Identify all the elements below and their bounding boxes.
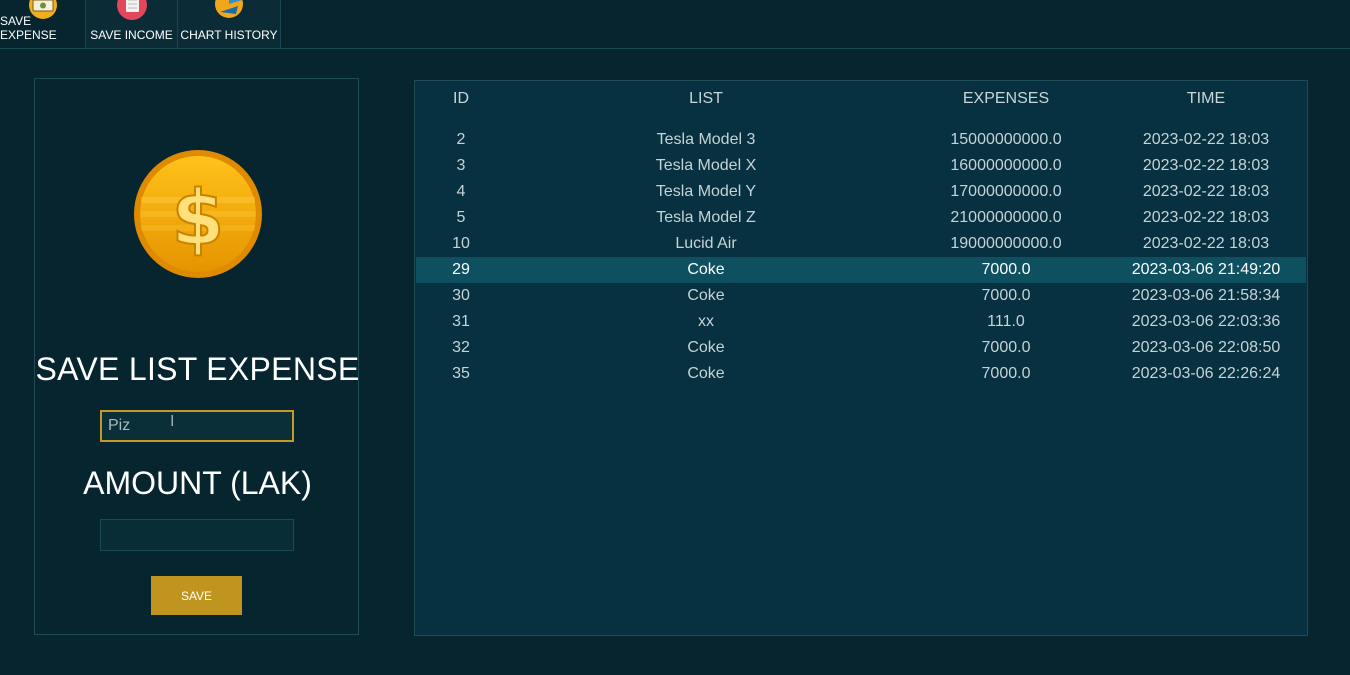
tab-save-income-label: SAVE INCOME: [90, 28, 173, 42]
tab-chart-history-label: CHART HISTORY: [180, 28, 278, 42]
pie-chart-icon: [215, 0, 243, 18]
cell-list: Lucid Air: [675, 235, 737, 252]
form-title: SAVE LIST EXPENSE: [35, 351, 360, 387]
table-header: ID LIST EXPENSES TIME: [416, 86, 1306, 112]
cell-list: xx: [698, 313, 714, 330]
save-button[interactable]: SAVE: [151, 576, 242, 615]
cell-expenses: 21000000000.0: [950, 209, 1062, 226]
tab-save-expense[interactable]: SAVE EXPENSE: [0, 0, 86, 48]
cell-id: 30: [452, 287, 470, 304]
cell-list: Coke: [687, 287, 725, 304]
column-header-list[interactable]: LIST: [506, 86, 906, 112]
cell-time: 2023-02-22 18:03: [1142, 131, 1270, 148]
cell-id: 4: [456, 183, 466, 200]
cell-list: Coke: [687, 365, 725, 382]
cell-time: 2023-03-06 22:08:50: [1131, 339, 1281, 356]
table-row[interactable]: 3 Tesla Model X 16000000000.0 2023-02-22 18…: [416, 153, 1306, 179]
money-bill-icon: [28, 0, 57, 19]
table-row[interactable]: 2 Tesla Model 3 15000000000.0 2023-02-22 18…: [416, 127, 1306, 153]
cell-time: 2023-02-22 18:03: [1142, 209, 1270, 226]
column-header-time[interactable]: TIME: [1106, 86, 1306, 112]
cell-expenses: 19000000000.0: [950, 235, 1062, 252]
table-row[interactable]: 4 Tesla Model Y 17000000000.0 2023-02-22 18…: [416, 179, 1306, 205]
cell-expenses: 7000.0: [981, 365, 1031, 382]
text-cursor-icon: I: [170, 413, 175, 430]
table-row[interactable]: 10 Lucid Air 19000000000.0 2023-02-22 18:03: [416, 231, 1306, 257]
toolbar: SAVE EXPENSE SAVE INCOME CHART HISTORY: [0, 0, 1350, 49]
table-row[interactable]: 5 Tesla Model Z 21000000000.0 2023-02-22 18…: [416, 205, 1306, 231]
cell-time: 2023-03-06 22:26:24: [1131, 365, 1281, 382]
notebook-icon: [116, 0, 147, 20]
cell-id: 35: [452, 365, 470, 382]
column-header-expenses[interactable]: EXPENSES: [906, 86, 1106, 112]
cell-time: 2023-03-06 22:03:36: [1131, 313, 1281, 330]
cell-time: 2023-02-22 18:03: [1142, 235, 1270, 252]
cell-expenses: 7000.0: [981, 339, 1031, 356]
expense-table[interactable]: ID LIST EXPENSES TIME 2 Tesla Model 3 1500…: [414, 80, 1308, 636]
cell-list: Coke: [687, 261, 725, 278]
cell-id: 32: [452, 339, 470, 356]
cell-id: 3: [456, 157, 466, 174]
cell-expenses: 17000000000.0: [950, 183, 1062, 200]
cell-expenses: 15000000000.0: [950, 131, 1062, 148]
cell-time: 2023-02-22 18:03: [1142, 157, 1270, 174]
column-header-id[interactable]: ID: [416, 86, 506, 112]
amount-input[interactable]: [100, 519, 294, 551]
cell-list: Tesla Model Y: [655, 183, 757, 200]
expense-form-panel: $ SAVE LIST EXPENSE Piz I AMOUNT (LAK) S…: [34, 78, 359, 635]
svg-text:$: $: [172, 173, 225, 262]
cell-id: 31: [452, 313, 470, 330]
cell-expenses: 16000000000.0: [950, 157, 1062, 174]
cell-expenses: 111.0: [987, 313, 1025, 330]
table-row[interactable]: 30 Coke 7000.0 2023-03-06 21:58:34: [416, 283, 1306, 309]
cell-id: 2: [456, 131, 466, 148]
cell-time: 2023-03-06 21:58:34: [1131, 287, 1281, 304]
dollar-coin-icon: $: [134, 150, 262, 278]
table-row[interactable]: 35 Coke 7000.0 2023-03-06 22:26:24: [416, 361, 1306, 387]
cell-list: Tesla Model Z: [656, 209, 756, 226]
cell-expenses: 7000.0: [981, 287, 1031, 304]
cell-id: 29: [452, 261, 470, 278]
tab-save-income[interactable]: SAVE INCOME: [86, 0, 178, 48]
table-row[interactable]: 29 Coke 7000.0 2023-03-06 21:49:20: [416, 257, 1306, 283]
table-row[interactable]: 31 xx 111.0 2023-03-06 22:03:36: [416, 309, 1306, 335]
tab-chart-history[interactable]: CHART HISTORY: [178, 0, 281, 48]
cell-time: 2023-02-22 18:03: [1142, 183, 1270, 200]
cell-id: 10: [452, 235, 470, 252]
table-row[interactable]: 32 Coke 7000.0 2023-03-06 22:08:50: [416, 335, 1306, 361]
amount-label: AMOUNT (LAK): [83, 465, 312, 501]
cell-list: Tesla Model X: [655, 157, 757, 174]
cell-list: Tesla Model 3: [656, 131, 756, 148]
cell-id: 5: [456, 209, 466, 226]
cell-list: Coke: [687, 339, 725, 356]
list-input[interactable]: Piz: [100, 410, 294, 442]
cell-time: 2023-03-06 21:49:20: [1131, 261, 1281, 278]
cell-expenses: 7000.0: [981, 261, 1031, 278]
